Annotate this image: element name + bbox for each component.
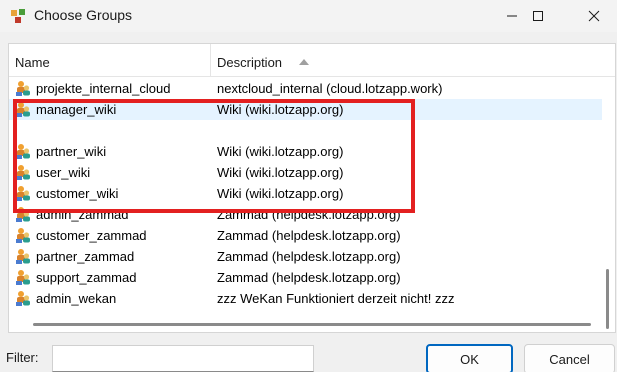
- window-title: Choose Groups: [34, 7, 133, 23]
- filter-label: Filter:: [6, 350, 39, 365]
- list-header: Name Description: [9, 44, 615, 77]
- column-header-name[interactable]: Name: [15, 55, 50, 70]
- group-icon: [15, 248, 32, 265]
- group-description: Zammad (helpdesk.lotzapp.org): [217, 228, 401, 243]
- maximize-icon: [533, 11, 543, 21]
- horizontal-scroll-thumb[interactable]: [33, 323, 591, 326]
- group-name: partner_zammad: [36, 249, 135, 264]
- group-icon: [15, 290, 32, 307]
- sort-ascending-icon: [299, 59, 309, 65]
- ok-button-label: OK: [460, 351, 479, 367]
- group-description: zzz WeKan Funktioniert derzeit nicht! zz…: [217, 291, 455, 306]
- list-item[interactable]: projekte_internal_cloud nextcloud_interna…: [9, 78, 602, 99]
- red-highlight-box: [13, 99, 415, 213]
- group-name: admin_wekan: [36, 291, 117, 306]
- list-item[interactable]: support_zammad Zammad (helpdesk.lotzapp.o…: [9, 267, 602, 288]
- maximize-button[interactable]: [515, 0, 561, 32]
- column-header-description[interactable]: Description: [217, 55, 282, 70]
- group-icon: [15, 227, 32, 244]
- title-bar: Choose Groups: [0, 0, 617, 32]
- group-icon: [15, 80, 32, 97]
- ok-button[interactable]: OK: [426, 344, 513, 372]
- group-icon: [15, 269, 32, 286]
- cancel-button[interactable]: Cancel: [524, 344, 615, 372]
- close-icon: [588, 10, 600, 22]
- filter-input[interactable]: [52, 345, 314, 372]
- app-icon: [11, 9, 25, 23]
- list-item[interactable]: partner_zammad Zammad (helpdesk.lotzapp.o…: [9, 246, 602, 267]
- list-item[interactable]: customer_zammad Zammad (helpdesk.lotzapp.…: [9, 225, 602, 246]
- group-description: Zammad (helpdesk.lotzapp.org): [217, 249, 401, 264]
- group-name: projekte_internal_cloud: [36, 81, 171, 96]
- cancel-button-label: Cancel: [549, 351, 590, 367]
- group-description: Zammad (helpdesk.lotzapp.org): [217, 270, 401, 285]
- column-divider[interactable]: [210, 44, 211, 77]
- choose-groups-dialog: Choose Groups Name Description projekte_…: [0, 0, 617, 372]
- vertical-scroll-thumb[interactable]: [606, 269, 609, 329]
- close-button[interactable]: [571, 0, 617, 32]
- list-item[interactable]: admin_wekan zzz WeKan Funktioniert derzei…: [9, 288, 602, 309]
- group-name: customer_zammad: [36, 228, 147, 243]
- group-name: support_zammad: [36, 270, 137, 285]
- group-description: nextcloud_internal (cloud.lotzapp.work): [217, 81, 443, 96]
